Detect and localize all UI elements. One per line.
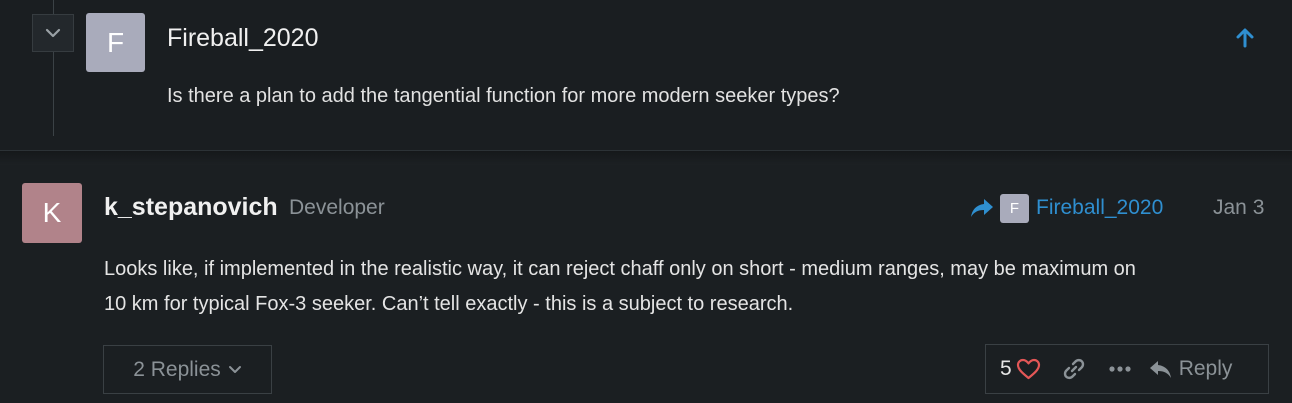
post-actions: 5 Reply: [985, 344, 1269, 394]
reply-to-tab[interactable]: F Fireball_2020: [970, 193, 1163, 223]
reply-label: Reply: [1178, 357, 1233, 380]
reply-to-username: Fireball_2020: [1036, 196, 1164, 219]
like-count: 5: [1000, 357, 1012, 380]
avatar: F: [1000, 193, 1029, 223]
share-reply-icon: [971, 199, 993, 217]
ellipsis-icon: [1109, 366, 1131, 372]
quoted-post-text: Is there a plan to add the tangential fu…: [167, 85, 840, 107]
expanded-reply-context: F Fireball_2020 Is there a plan to add t…: [0, 0, 1292, 150]
replies-label: 2 Replies: [133, 357, 221, 381]
post-username[interactable]: k_stepanovich: [104, 193, 278, 222]
discourse-post-view: F Fireball_2020 Is there a plan to add t…: [0, 0, 1292, 403]
post-body-line: Looks like, if implemented in the realis…: [104, 258, 1136, 280]
copy-link-button[interactable]: [1062, 357, 1086, 381]
reply-icon: [1149, 361, 1171, 378]
chevron-down-icon: [45, 28, 61, 38]
avatar[interactable]: K: [22, 183, 82, 243]
post-body-line: 10 km for typical Fox-3 seeker. Can’t te…: [104, 293, 794, 315]
link-icon: [1063, 358, 1084, 380]
collapse-reply-button[interactable]: [32, 14, 74, 52]
show-replies-button[interactable]: 2 Replies: [103, 345, 272, 394]
avatar[interactable]: F: [86, 13, 145, 72]
like-button[interactable]: 5: [1000, 357, 1041, 381]
post-date[interactable]: Jan 3: [1213, 196, 1264, 220]
arrow-up-icon[interactable]: [1233, 26, 1257, 50]
post-body: Looks like, if implemented in the realis…: [104, 252, 1274, 322]
post-divider: [0, 150, 1292, 165]
quoted-username[interactable]: Fireball_2020: [167, 24, 319, 53]
heart-icon: [1016, 358, 1040, 380]
user-title: Developer: [289, 196, 385, 219]
reply-button[interactable]: Reply: [1149, 357, 1233, 381]
chevron-down-icon: [228, 366, 241, 373]
more-actions-button[interactable]: [1108, 365, 1132, 373]
